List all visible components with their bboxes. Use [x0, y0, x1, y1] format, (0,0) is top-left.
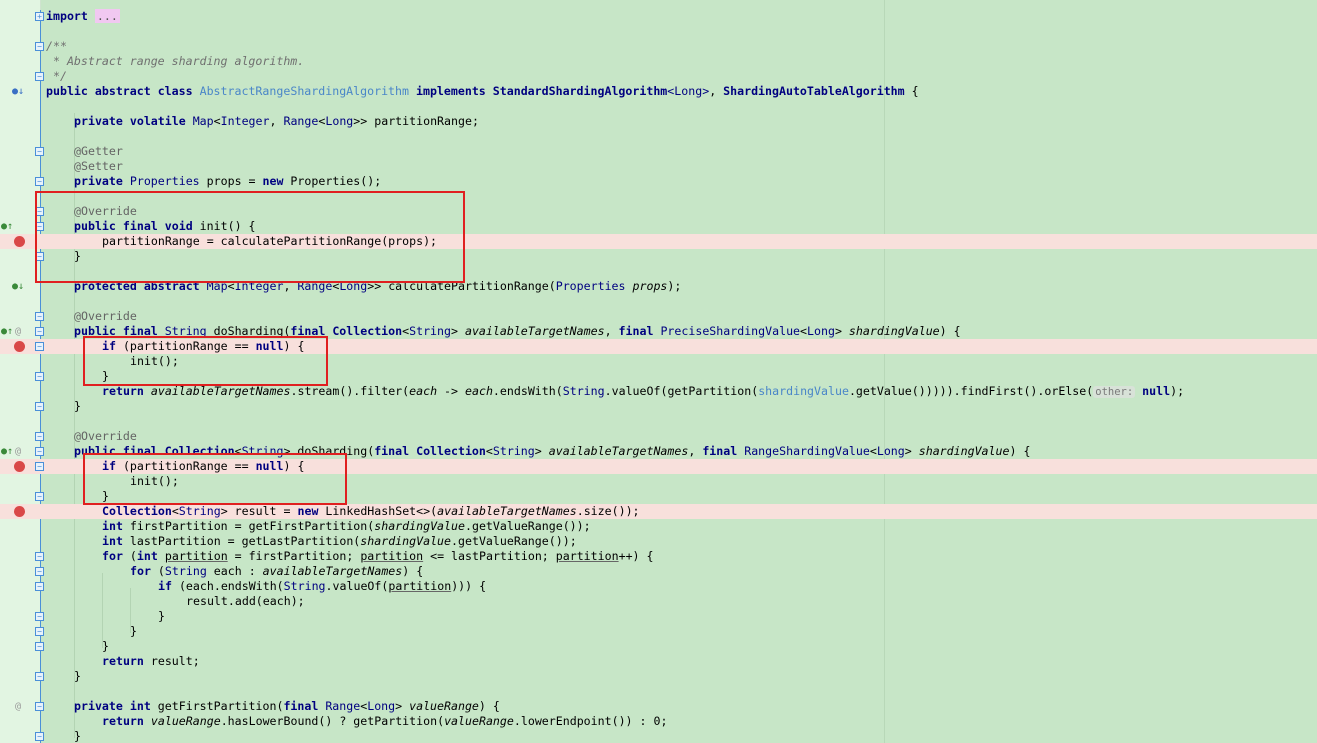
implementing-method-icon[interactable]: ●↓	[12, 86, 24, 98]
code-line[interactable]: @Override	[0, 309, 1317, 324]
code-line-breakpoint[interactable]: Collection<String> result = new LinkedHa…	[0, 504, 1317, 519]
code-line[interactable]: }	[0, 624, 1317, 639]
code-line[interactable]: for (String each : availableTargetNames)…	[0, 564, 1317, 579]
parameter-hint: other:	[1093, 386, 1136, 398]
at-sign-icon: @	[15, 701, 22, 712]
fold-toggle-icon[interactable]: −	[35, 642, 44, 651]
fold-toggle-icon[interactable]: −	[35, 612, 44, 621]
at-sign-icon: @	[15, 326, 22, 337]
code-line[interactable]: private int getFirstPartition(final Rang…	[0, 699, 1317, 714]
highlight-box-init	[35, 191, 465, 283]
code-line[interactable]: }	[0, 639, 1317, 654]
fold-toggle-icon[interactable]: −	[35, 582, 44, 591]
breakpoint-icon[interactable]	[14, 341, 25, 352]
code-line[interactable]: result.add(each);	[0, 594, 1317, 609]
fold-toggle-icon[interactable]: −	[35, 627, 44, 636]
code-line[interactable]: int lastPartition = getLastPartition(sha…	[0, 534, 1317, 549]
fold-toggle-icon[interactable]: −	[35, 432, 44, 441]
breakpoint-icon[interactable]	[14, 506, 25, 517]
code-line[interactable]: private volatile Map<Integer, Range<Long…	[0, 114, 1317, 129]
fold-toggle-icon[interactable]: −	[35, 402, 44, 411]
override-method-icon[interactable]: ●↑	[1, 326, 13, 338]
override-method-icon[interactable]: ●↑	[1, 446, 13, 458]
fold-toggle-icon[interactable]: −	[35, 312, 44, 321]
code-line[interactable]: }	[0, 609, 1317, 624]
collapsed-imports[interactable]: ...	[94, 9, 120, 23]
breakpoint-icon[interactable]	[14, 236, 25, 247]
code-line[interactable]: @Setter	[0, 159, 1317, 174]
code-line[interactable]: int firstPartition = getFirstPartition(s…	[0, 519, 1317, 534]
fold-toggle-icon[interactable]: −	[35, 672, 44, 681]
class-name: AbstractRangeShardingAlgorithm	[199, 84, 409, 98]
code-line[interactable]: /**	[0, 39, 1317, 54]
fold-toggle-icon[interactable]: −	[35, 447, 44, 456]
code-line[interactable]: return availableTargetNames.stream().fil…	[0, 384, 1317, 399]
breakpoint-icon[interactable]	[14, 461, 25, 472]
code-editor[interactable]: import ... /** * Abstract range sharding…	[0, 0, 1317, 743]
fold-toggle-icon[interactable]: −	[35, 567, 44, 576]
code-line[interactable]: * Abstract range sharding algorithm.	[0, 54, 1317, 69]
fold-toggle-icon[interactable]: −	[35, 372, 44, 381]
highlight-box-null-check	[83, 453, 347, 505]
code-line[interactable]: return result;	[0, 654, 1317, 669]
code-line[interactable]: for (int partition = firstPartition; par…	[0, 549, 1317, 564]
override-method-icon[interactable]: ●↑	[1, 221, 13, 233]
fold-toggle-icon[interactable]: −	[35, 72, 44, 81]
fold-toggle-icon[interactable]: −	[35, 342, 44, 351]
fold-toggle-icon[interactable]: −	[35, 492, 44, 501]
code-line[interactable]: }	[0, 729, 1317, 743]
code-line[interactable]: @Override	[0, 429, 1317, 444]
code-line[interactable]: }	[0, 399, 1317, 414]
fold-toggle-icon[interactable]: −	[35, 42, 44, 51]
code-line[interactable]: public abstract class AbstractRangeShard…	[0, 84, 1317, 99]
implementing-method-icon[interactable]: ●↓	[12, 281, 24, 293]
fold-toggle-icon[interactable]: −	[35, 147, 44, 156]
fold-toggle-icon[interactable]: −	[35, 462, 44, 471]
fold-toggle-icon[interactable]: −	[35, 552, 44, 561]
fold-toggle-icon[interactable]: −	[35, 702, 44, 711]
highlight-box-null-check	[83, 336, 328, 386]
code-line[interactable]: */	[0, 69, 1317, 84]
fold-toggle-icon[interactable]: −	[35, 177, 44, 186]
fold-toggle-icon[interactable]: −	[35, 732, 44, 741]
fold-toggle-icon[interactable]: +	[35, 12, 44, 21]
at-sign-icon: @	[15, 446, 22, 457]
code-line[interactable]: if (each.endsWith(String.valueOf(partiti…	[0, 579, 1317, 594]
code-line[interactable]: }	[0, 669, 1317, 684]
fold-toggle-icon[interactable]: −	[35, 327, 44, 336]
code-line[interactable]: private Properties props = new Propertie…	[0, 174, 1317, 189]
code-line[interactable]: return valueRange.hasLowerBound() ? getP…	[0, 714, 1317, 729]
code-line[interactable]: import ...	[0, 9, 1317, 24]
code-line[interactable]: @Getter	[0, 144, 1317, 159]
